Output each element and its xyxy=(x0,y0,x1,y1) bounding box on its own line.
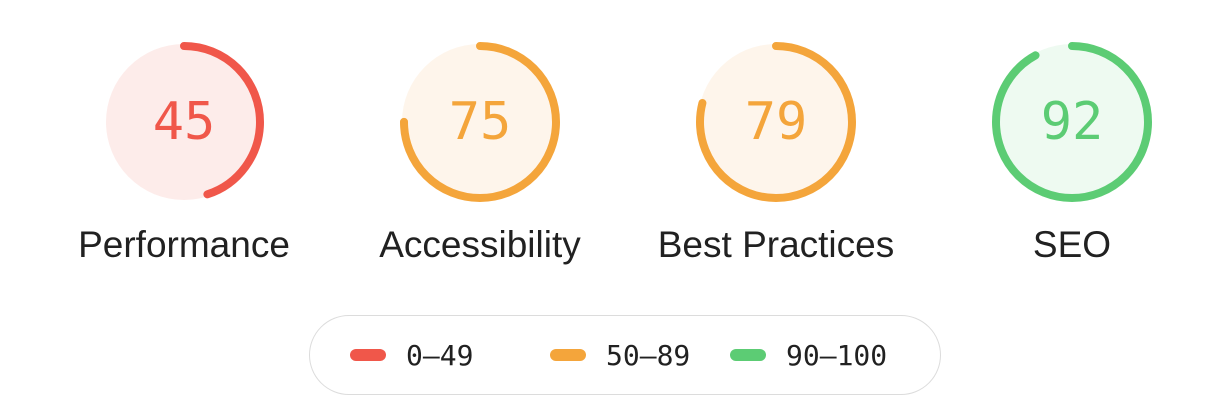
score-label: SEO xyxy=(1032,224,1112,265)
legend-label: 90–100 xyxy=(786,338,888,372)
legend-label: 0–49 xyxy=(406,338,474,372)
legend-swatch xyxy=(550,349,586,361)
gauge-seo[interactable]: 92 SEO xyxy=(930,40,1170,280)
score-value: 45 xyxy=(152,92,216,152)
legend-item-fail: 0–49 xyxy=(350,316,473,394)
score-label: Performance xyxy=(78,224,290,265)
legend-swatch xyxy=(730,349,766,361)
score-value: 92 xyxy=(1040,92,1104,152)
legend-swatch xyxy=(350,349,386,361)
gauge-performance[interactable]: 45 Performance xyxy=(42,40,290,280)
score-label: Accessibility xyxy=(379,224,581,265)
score-gauges: 45 Performance 75 Accessibility 79 Best … xyxy=(0,0,1216,300)
legend-item-pass: 90–100 xyxy=(730,316,887,394)
legend-label: 50–89 xyxy=(606,338,691,372)
legend-item-average: 50–89 xyxy=(550,316,690,394)
gauge-accessibility[interactable]: 75 Accessibility xyxy=(338,40,581,280)
score-scale-legend: 0–49 50–89 90–100 xyxy=(309,315,941,395)
score-value: 79 xyxy=(744,92,808,152)
gauge-best-practices[interactable]: 79 Best Practices xyxy=(634,40,894,280)
score-value: 75 xyxy=(448,92,512,152)
score-label: Best Practices xyxy=(657,224,895,265)
